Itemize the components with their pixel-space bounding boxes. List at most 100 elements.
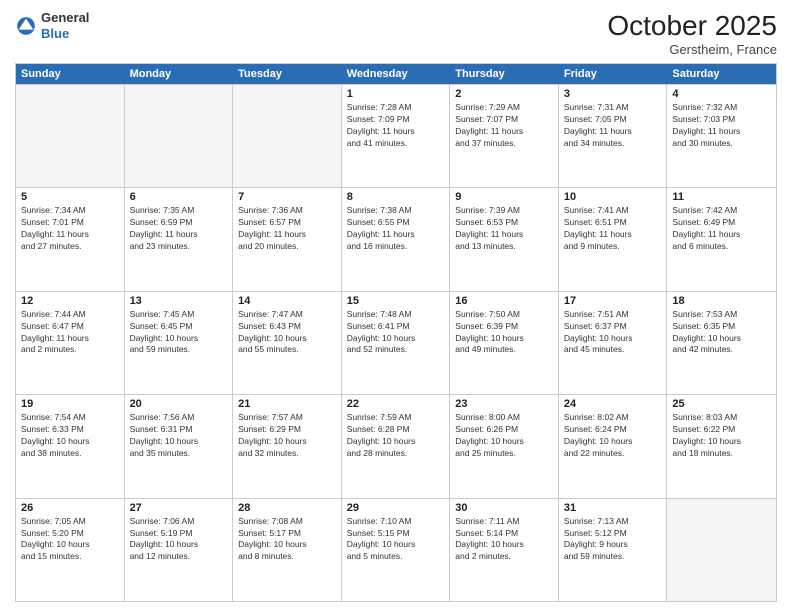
cell-info-line: and 55 minutes. (238, 344, 336, 356)
calendar-cell: 11Sunrise: 7:42 AMSunset: 6:49 PMDayligh… (667, 188, 776, 290)
header-day-saturday: Saturday (667, 64, 776, 84)
cell-info-line: Sunrise: 7:48 AM (347, 309, 445, 321)
cell-info-line: Sunrise: 7:47 AM (238, 309, 336, 321)
calendar-cell: 28Sunrise: 7:08 AMSunset: 5:17 PMDayligh… (233, 499, 342, 601)
cell-info-line: Sunrise: 7:53 AM (672, 309, 771, 321)
cell-info-line: Sunrise: 7:42 AM (672, 205, 771, 217)
cell-info-line: Daylight: 10 hours (347, 333, 445, 345)
cell-info-line: Sunrise: 7:57 AM (238, 412, 336, 424)
calendar-cell: 4Sunrise: 7:32 AMSunset: 7:03 PMDaylight… (667, 85, 776, 187)
calendar-cell: 13Sunrise: 7:45 AMSunset: 6:45 PMDayligh… (125, 292, 234, 394)
calendar-cell: 25Sunrise: 8:03 AMSunset: 6:22 PMDayligh… (667, 395, 776, 497)
cell-info-line: Sunrise: 7:41 AM (564, 205, 662, 217)
cell-info-line: Sunrise: 7:51 AM (564, 309, 662, 321)
header-day-thursday: Thursday (450, 64, 559, 84)
cell-info-line: and 15 minutes. (21, 551, 119, 563)
cell-info-line: Sunset: 6:59 PM (130, 217, 228, 229)
calendar-cell: 16Sunrise: 7:50 AMSunset: 6:39 PMDayligh… (450, 292, 559, 394)
cell-info-line: Daylight: 10 hours (238, 436, 336, 448)
cell-info-line: Sunset: 6:45 PM (130, 321, 228, 333)
cell-info-line: and 13 minutes. (455, 241, 553, 253)
calendar-cell: 12Sunrise: 7:44 AMSunset: 6:47 PMDayligh… (16, 292, 125, 394)
cell-info-line: and 28 minutes. (347, 448, 445, 460)
cell-info-line: and 38 minutes. (21, 448, 119, 460)
cell-info-line: Daylight: 11 hours (21, 229, 119, 241)
cell-info-line: Sunset: 7:03 PM (672, 114, 771, 126)
cell-info-line: Daylight: 10 hours (455, 436, 553, 448)
cell-info-line: Sunrise: 7:35 AM (130, 205, 228, 217)
cell-info-line: Sunrise: 7:28 AM (347, 102, 445, 114)
calendar-cell: 14Sunrise: 7:47 AMSunset: 6:43 PMDayligh… (233, 292, 342, 394)
cell-info-line: Sunset: 5:19 PM (130, 528, 228, 540)
calendar-cell: 3Sunrise: 7:31 AMSunset: 7:05 PMDaylight… (559, 85, 668, 187)
day-number: 8 (347, 191, 445, 203)
cell-info-line: Sunrise: 7:08 AM (238, 516, 336, 528)
cell-info-line: Daylight: 10 hours (564, 436, 662, 448)
cell-info-line: Sunrise: 7:50 AM (455, 309, 553, 321)
cell-info-line: and 42 minutes. (672, 344, 771, 356)
day-number: 15 (347, 295, 445, 307)
cell-info-line: Sunset: 7:01 PM (21, 217, 119, 229)
cell-info-line: Daylight: 11 hours (238, 229, 336, 241)
calendar-cell: 26Sunrise: 7:05 AMSunset: 5:20 PMDayligh… (16, 499, 125, 601)
calendar-cell (125, 85, 234, 187)
calendar-cell (667, 499, 776, 601)
cell-info-line: Sunrise: 7:13 AM (564, 516, 662, 528)
cell-info-line: Sunrise: 7:39 AM (455, 205, 553, 217)
calendar-cell: 22Sunrise: 7:59 AMSunset: 6:28 PMDayligh… (342, 395, 451, 497)
cell-info-line: Daylight: 11 hours (455, 229, 553, 241)
cell-info-line: Sunset: 5:12 PM (564, 528, 662, 540)
cell-info-line: and 27 minutes. (21, 241, 119, 253)
calendar-cell: 2Sunrise: 7:29 AMSunset: 7:07 PMDaylight… (450, 85, 559, 187)
cell-info-line: Daylight: 11 hours (130, 229, 228, 241)
cell-info-line: Sunrise: 7:05 AM (21, 516, 119, 528)
cell-info-line: Sunrise: 7:06 AM (130, 516, 228, 528)
day-number: 14 (238, 295, 336, 307)
cell-info-line: Daylight: 10 hours (130, 333, 228, 345)
day-number: 28 (238, 502, 336, 514)
cell-info-line: Sunset: 6:47 PM (21, 321, 119, 333)
calendar-row-4: 26Sunrise: 7:05 AMSunset: 5:20 PMDayligh… (16, 498, 776, 601)
cell-info-line: Sunrise: 7:54 AM (21, 412, 119, 424)
header-day-sunday: Sunday (16, 64, 125, 84)
cell-info-line: Daylight: 9 hours (564, 539, 662, 551)
day-number: 27 (130, 502, 228, 514)
logo-icon (15, 15, 37, 37)
calendar-row-0: 1Sunrise: 7:28 AMSunset: 7:09 PMDaylight… (16, 84, 776, 187)
calendar-row-2: 12Sunrise: 7:44 AMSunset: 6:47 PMDayligh… (16, 291, 776, 394)
cell-info-line: Sunset: 6:24 PM (564, 424, 662, 436)
day-number: 4 (672, 88, 771, 100)
title-block: October 2025 Gerstheim, France (607, 10, 777, 57)
cell-info-line: Daylight: 11 hours (564, 126, 662, 138)
calendar-cell (233, 85, 342, 187)
cell-info-line: Sunrise: 7:34 AM (21, 205, 119, 217)
cell-info-line: Daylight: 10 hours (238, 539, 336, 551)
cell-info-line: Daylight: 10 hours (672, 436, 771, 448)
cell-info-line: Sunrise: 7:10 AM (347, 516, 445, 528)
cell-info-line: and 9 minutes. (564, 241, 662, 253)
cell-info-line: Daylight: 11 hours (564, 229, 662, 241)
calendar-cell: 10Sunrise: 7:41 AMSunset: 6:51 PMDayligh… (559, 188, 668, 290)
day-number: 26 (21, 502, 119, 514)
cell-info-line: Sunrise: 7:32 AM (672, 102, 771, 114)
calendar-cell: 30Sunrise: 7:11 AMSunset: 5:14 PMDayligh… (450, 499, 559, 601)
day-number: 31 (564, 502, 662, 514)
cell-info-line: Sunset: 6:53 PM (455, 217, 553, 229)
calendar-header: SundayMondayTuesdayWednesdayThursdayFrid… (16, 64, 776, 84)
header-day-tuesday: Tuesday (233, 64, 342, 84)
page: General Blue October 2025 Gerstheim, Fra… (0, 0, 792, 612)
logo-text: General Blue (41, 10, 89, 41)
cell-info-line: and 23 minutes. (130, 241, 228, 253)
cell-info-line: Sunset: 6:35 PM (672, 321, 771, 333)
cell-info-line: and 45 minutes. (564, 344, 662, 356)
calendar: SundayMondayTuesdayWednesdayThursdayFrid… (15, 63, 777, 602)
cell-info-line: Sunset: 5:15 PM (347, 528, 445, 540)
cell-info-line: Sunrise: 7:38 AM (347, 205, 445, 217)
cell-info-line: and 59 minutes. (564, 551, 662, 563)
day-number: 6 (130, 191, 228, 203)
cell-info-line: and 18 minutes. (672, 448, 771, 460)
cell-info-line: Daylight: 11 hours (21, 333, 119, 345)
location: Gerstheim, France (607, 42, 777, 57)
cell-info-line: Daylight: 10 hours (347, 539, 445, 551)
cell-info-line: Sunrise: 7:31 AM (564, 102, 662, 114)
